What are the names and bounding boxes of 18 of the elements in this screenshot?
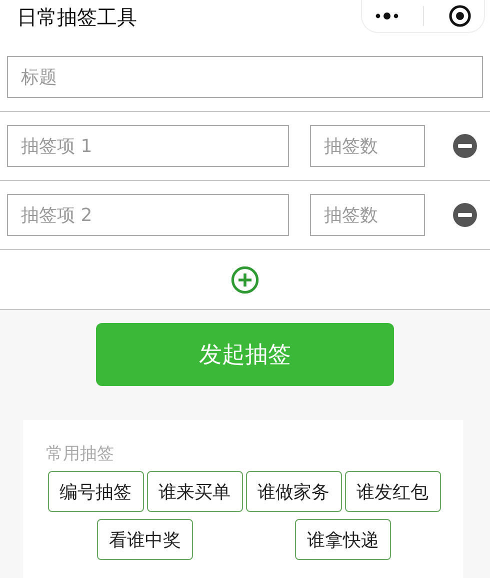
preset-chip[interactable]: 编号抽签: [48, 471, 144, 512]
section-heading: 常用抽签: [46, 443, 114, 465]
preset-chip[interactable]: 谁拿快递: [295, 519, 391, 560]
title-field[interactable]: 标题: [7, 56, 483, 98]
target-icon[interactable]: [448, 4, 472, 28]
preset-chip[interactable]: 谁做家务: [246, 471, 342, 512]
preset-chip[interactable]: 谁发红包: [344, 471, 440, 512]
item-field[interactable]: 抽签项 2: [7, 194, 289, 236]
remove-icon[interactable]: [453, 203, 477, 227]
preset-chip[interactable]: 谁来买单: [146, 471, 242, 512]
page-title: 日常抽签工具: [17, 4, 137, 31]
remove-icon[interactable]: [453, 134, 477, 158]
count-field[interactable]: 抽签数: [310, 194, 425, 236]
preset-chip[interactable]: 看谁中奖: [97, 519, 193, 560]
more-icon[interactable]: [374, 11, 400, 21]
item-field[interactable]: 抽签项 1: [7, 125, 289, 167]
add-icon[interactable]: [231, 266, 259, 294]
count-field[interactable]: 抽签数: [310, 125, 425, 167]
